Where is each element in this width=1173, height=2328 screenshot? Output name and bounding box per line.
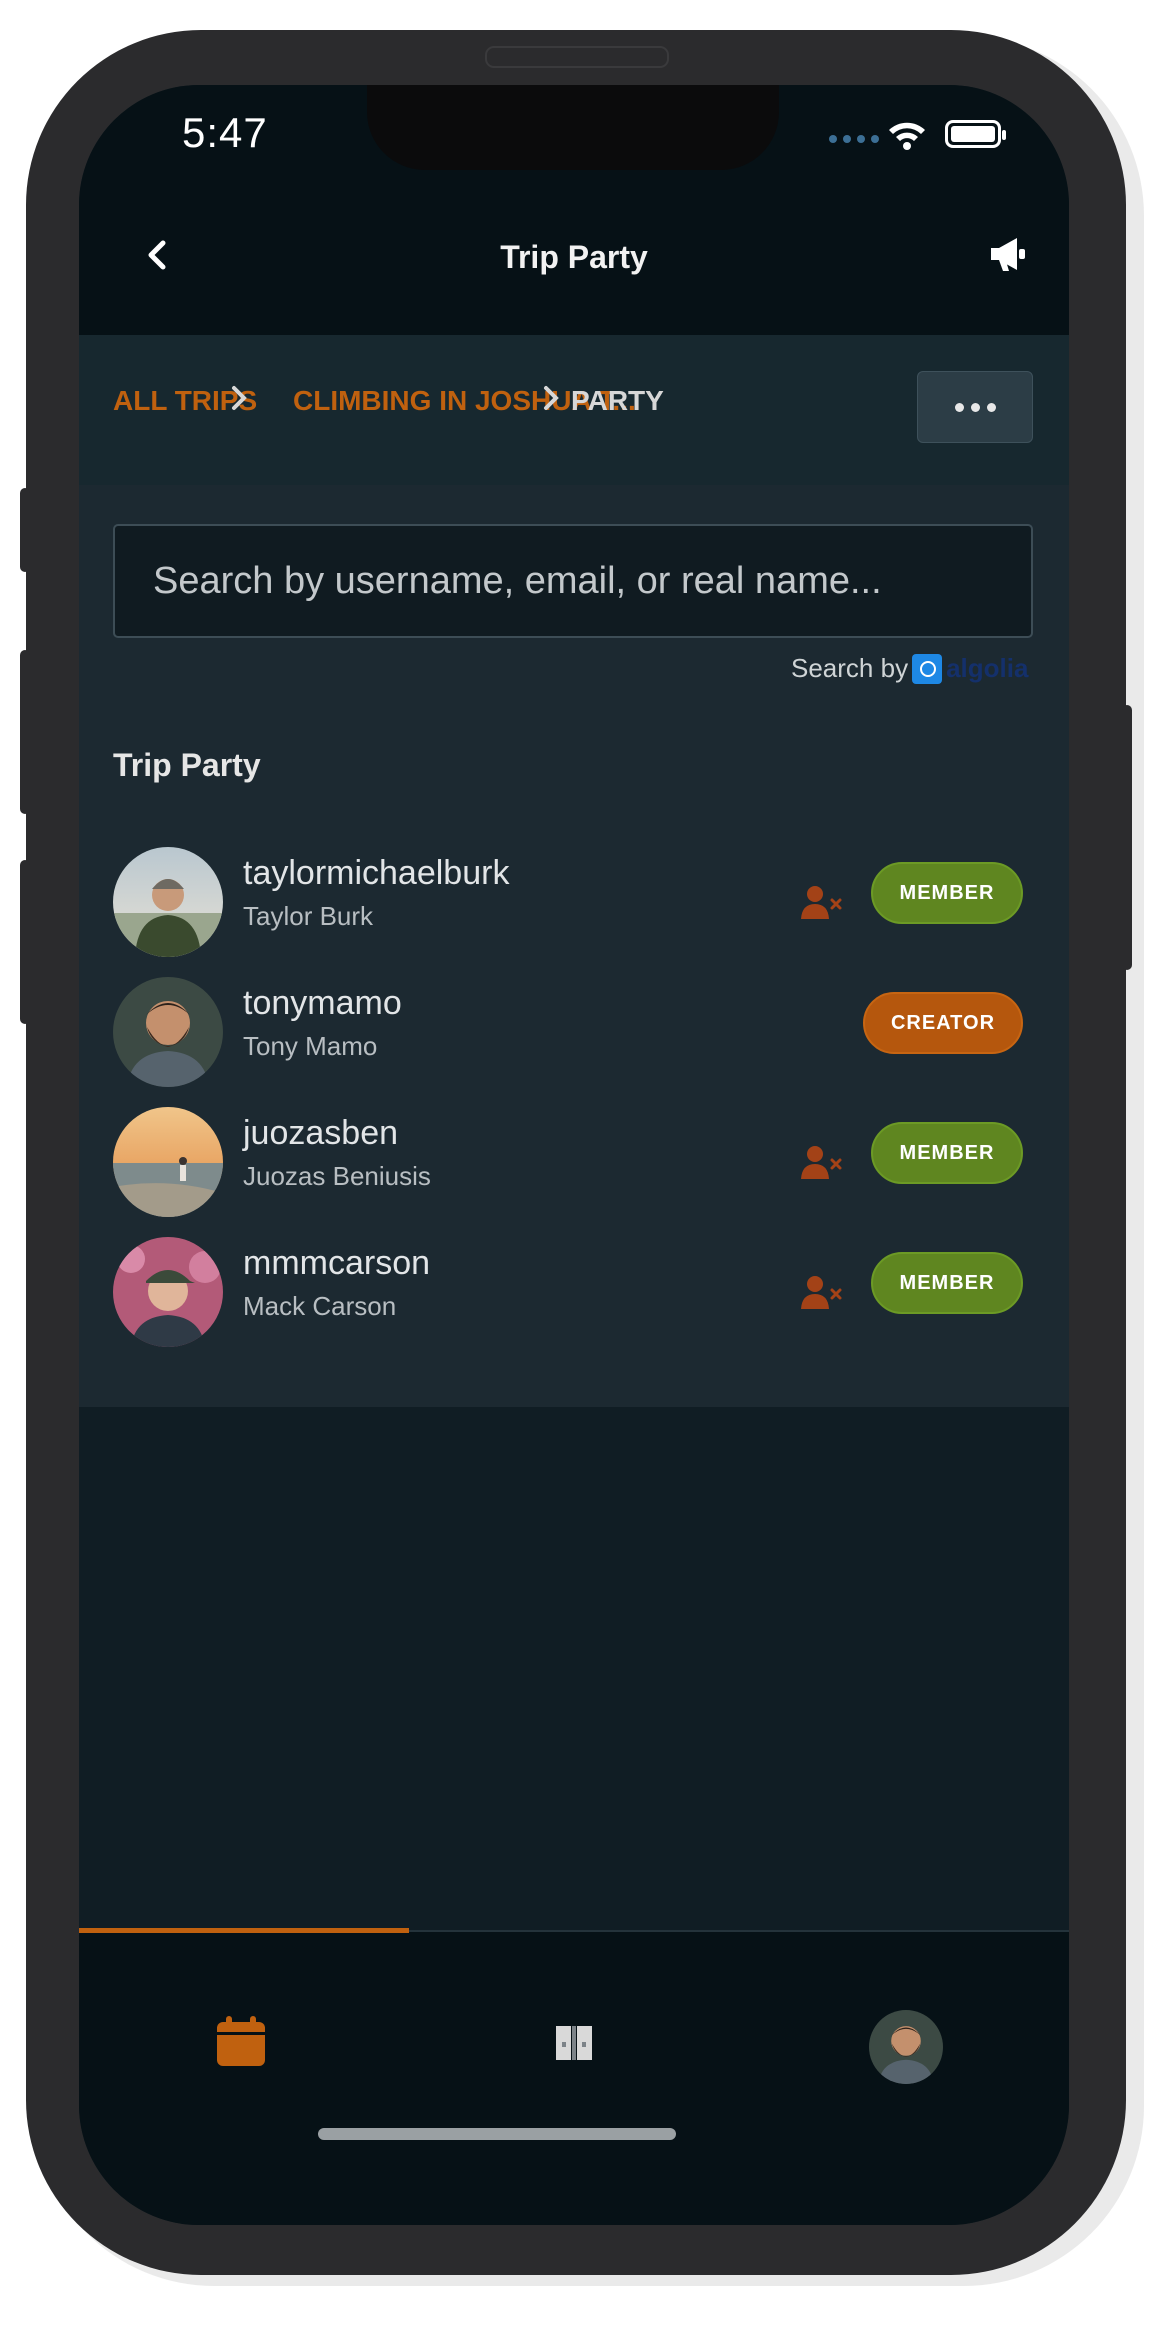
page-title: Trip Party — [500, 239, 648, 275]
member-username: juozasben — [243, 1114, 399, 1152]
calendar-icon[interactable] — [211, 2012, 271, 2072]
breadcrumb: ALL TRIPS CLIMBING IN JOSHUA T... PARTY — [79, 335, 1069, 485]
role-badge: MEMBER — [871, 1252, 1023, 1314]
ellipsis-icon — [954, 402, 964, 412]
active-tab-indicator — [79, 1928, 409, 1933]
battery-icon — [945, 120, 1006, 148]
status-time: 5:47 — [182, 109, 268, 156]
member-real-name: Juozas Beniusis — [243, 1161, 431, 1191]
power-button — [1122, 705, 1132, 970]
chevron-right-icon — [544, 386, 559, 410]
list-item: taylormichaelburk Taylor Burk MEMBER — [79, 835, 1069, 965]
speaker-grill — [485, 46, 669, 68]
member-username: mmmcarson — [243, 1244, 431, 1282]
bottom-tab-bar — [79, 1928, 1069, 2225]
map-book-icon[interactable] — [544, 2012, 604, 2072]
algolia-wordmark: algolia — [946, 653, 1029, 683]
status-and-nav-bar: 5:47 Trip Party — [79, 85, 1069, 335]
volume-down-button — [20, 860, 30, 1024]
member-username: taylormichaelburk — [243, 854, 510, 892]
avatar — [113, 1107, 223, 1217]
volume-up-button — [20, 650, 30, 814]
member-real-name: Mack Carson — [243, 1291, 397, 1321]
algolia-logo-icon — [912, 653, 943, 684]
list-item: tonymamo Tony Mamo CREATOR — [79, 965, 1069, 1095]
avatar — [113, 1237, 223, 1347]
role-badge: MEMBER — [871, 862, 1023, 924]
breadcrumb-current: PARTY — [571, 385, 664, 416]
app-screen: 5:47 Trip Party ALL TRIPS CLIMBING IN JO… — [79, 85, 1069, 2225]
role-badge: MEMBER — [871, 1122, 1023, 1184]
megaphone-icon[interactable] — [987, 233, 1029, 275]
more-options-button[interactable] — [917, 371, 1033, 443]
mute-switch — [20, 488, 30, 572]
member-real-name: Taylor Burk — [243, 901, 374, 931]
trip-party-panel: Search by algolia Trip Party taylormicha… — [79, 485, 1069, 1407]
home-indicator[interactable] — [318, 2128, 676, 2140]
remove-user-icon[interactable] — [799, 1273, 843, 1313]
profile-avatar[interactable] — [869, 2010, 943, 2084]
member-username: tonymamo — [243, 984, 402, 1022]
section-title: Trip Party — [113, 747, 261, 783]
avatar — [113, 847, 223, 957]
search-attribution: Search by algolia — [791, 653, 1028, 684]
device-notch — [367, 85, 779, 170]
search-input[interactable] — [113, 524, 1033, 638]
search-by-label: Search by — [791, 653, 909, 683]
member-real-name: Tony Mamo — [243, 1031, 378, 1061]
list-item: mmmcarson Mack Carson MEMBER — [79, 1225, 1069, 1355]
list-item: juozasben Juozas Beniusis MEMBER — [79, 1095, 1069, 1225]
wifi-icon — [889, 122, 925, 150]
remove-user-icon[interactable] — [799, 1143, 843, 1183]
chevron-right-icon — [232, 386, 247, 410]
remove-user-icon[interactable] — [799, 883, 843, 923]
avatar — [113, 977, 223, 1087]
role-badge: CREATOR — [863, 992, 1023, 1054]
cellular-signal-icon — [829, 135, 879, 143]
